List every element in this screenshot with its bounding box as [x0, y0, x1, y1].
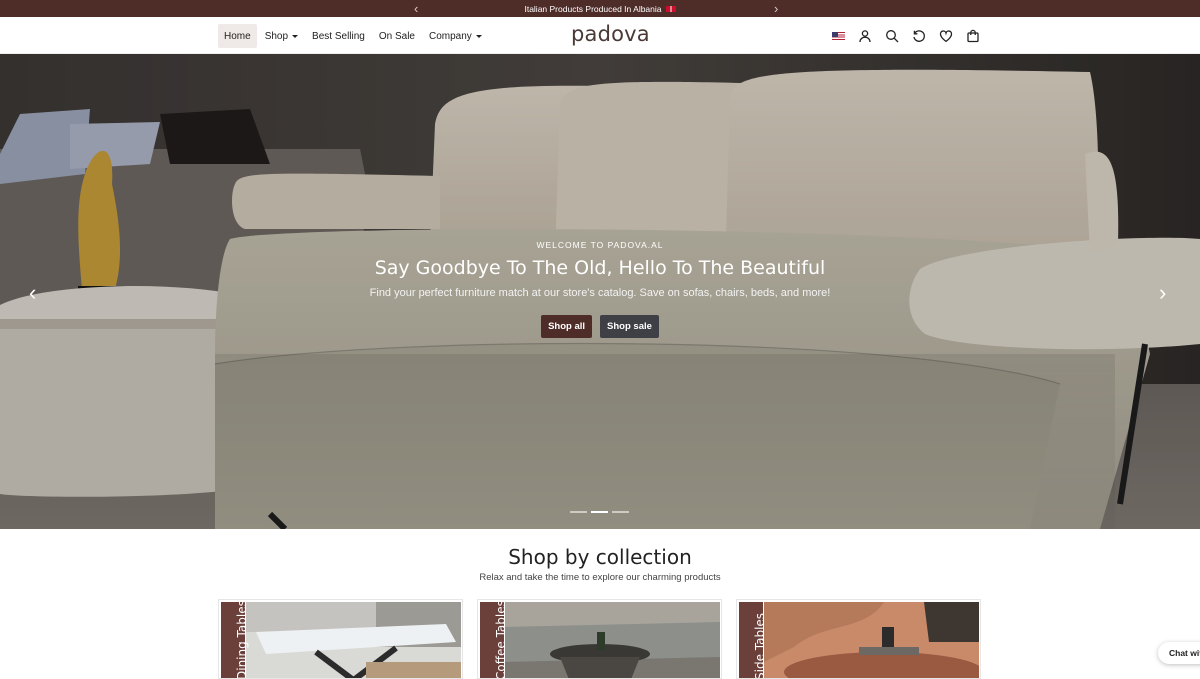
- nav-company[interactable]: Company: [423, 24, 488, 48]
- site-logo[interactable]: padova: [571, 22, 650, 46]
- card-image: [764, 602, 979, 678]
- chevron-right-icon[interactable]: ›: [774, 1, 778, 16]
- shop-sale-button[interactable]: Shop sale: [600, 315, 659, 338]
- shop-all-button[interactable]: Shop all: [541, 315, 593, 338]
- chat-widget-button[interactable]: Chat with us: [1158, 642, 1200, 664]
- slide-dot-1[interactable]: [570, 511, 587, 513]
- collection-card-coffee-tables[interactable]: Coffee Tables: [477, 599, 722, 679]
- nav-label: On Sale: [378, 30, 415, 42]
- albania-flag-icon: [665, 5, 676, 12]
- account-icon[interactable]: [856, 27, 874, 45]
- nav-home[interactable]: Home: [218, 24, 257, 48]
- search-icon[interactable]: [883, 27, 901, 45]
- hero-headline: Say Goodbye To The Old, Hello To The Bea…: [374, 257, 826, 279]
- card-label: Side Tables: [753, 612, 767, 679]
- chevron-left-icon[interactable]: ‹: [414, 1, 418, 16]
- slide-dot-2[interactable]: [591, 511, 608, 513]
- slide-prev-icon[interactable]: ‹: [29, 280, 36, 306]
- wishlist-icon[interactable]: [937, 27, 955, 45]
- hero-buttons: Shop all Shop sale: [0, 315, 1200, 338]
- site-header: Home Shop Best Selling On Sale Company p…: [0, 17, 1200, 54]
- announcement-bar: ‹ Italian Products Produced In Albania ›: [0, 0, 1200, 17]
- nav-best-selling[interactable]: Best Selling: [306, 24, 371, 48]
- caret-down-icon: [475, 34, 482, 38]
- announcement-text: Italian Products Produced In Albania: [524, 3, 662, 14]
- hero-eyebrow: WELCOME TO PADOVA.AL: [536, 240, 664, 250]
- section-subtitle: Relax and take the time to explore our c…: [479, 572, 721, 583]
- collections-section: Shop by collection Relax and take the ti…: [0, 529, 1200, 679]
- slide-next-icon[interactable]: ›: [1159, 280, 1166, 306]
- collection-card-dining-tables[interactable]: Dining Tables: [218, 599, 463, 679]
- main-nav: Home Shop Best Selling On Sale Company: [218, 24, 488, 48]
- hero-subtext: Find your perfect furniture match at our…: [369, 287, 831, 299]
- card-label: Coffee Tables: [494, 600, 508, 679]
- nav-label: Company: [429, 30, 472, 42]
- us-flag-icon[interactable]: [829, 27, 847, 45]
- collection-card-side-tables[interactable]: Side Tables: [736, 599, 981, 679]
- card-label: Dining Tables: [235, 600, 249, 679]
- slide-dot-3[interactable]: [612, 511, 629, 513]
- hero-caption: WELCOME TO PADOVA.AL Say Goodbye To The …: [0, 240, 1200, 338]
- cart-icon[interactable]: [964, 27, 982, 45]
- caret-down-icon: [292, 34, 299, 38]
- card-image: [505, 602, 720, 678]
- nav-label: Home: [224, 30, 251, 42]
- nav-shop[interactable]: Shop: [259, 24, 304, 48]
- nav-label: Best Selling: [312, 30, 365, 42]
- hero-slideshow: WELCOME TO PADOVA.AL Say Goodbye To The …: [0, 54, 1200, 529]
- recently-viewed-icon[interactable]: [910, 27, 928, 45]
- nav-label: Shop: [264, 30, 289, 42]
- header-icons: [829, 27, 982, 45]
- slide-indicators: [570, 511, 629, 513]
- nav-on-sale[interactable]: On Sale: [373, 24, 421, 48]
- card-image: [246, 602, 461, 678]
- section-title: Shop by collection: [508, 545, 692, 569]
